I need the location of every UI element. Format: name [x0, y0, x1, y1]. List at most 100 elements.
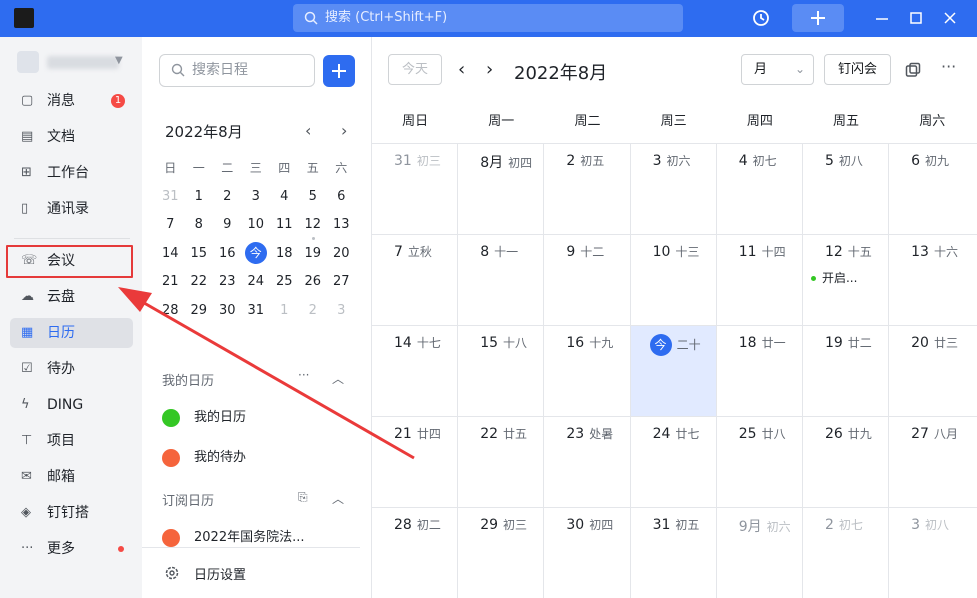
- create-button[interactable]: [792, 4, 844, 32]
- mini-day[interactable]: 18: [270, 240, 299, 269]
- mini-day[interactable]: 22: [185, 268, 214, 297]
- mini-day[interactable]: 6: [327, 183, 356, 212]
- event-item[interactable]: 开启...: [810, 269, 857, 286]
- mini-day[interactable]: 7: [156, 211, 185, 240]
- day-cell[interactable]: 8月 初四: [458, 144, 545, 234]
- calendar-entry-my[interactable]: 我的日历: [162, 408, 246, 428]
- day-cell[interactable]: 27 八月: [889, 417, 975, 507]
- sidebar-item-workbench[interactable]: ⊞ 工作台: [10, 158, 133, 188]
- day-cell[interactable]: 2 初七: [803, 508, 890, 598]
- day-cell[interactable]: 5 初八: [803, 144, 890, 234]
- mini-next-month-icon[interactable]: ›: [341, 121, 347, 140]
- day-cell[interactable]: 16 十九: [544, 326, 631, 416]
- maximize-icon[interactable]: [906, 8, 926, 28]
- day-cell[interactable]: 23 处暑: [544, 417, 631, 507]
- mini-day[interactable]: 3: [242, 183, 271, 212]
- schedule-search-input[interactable]: 搜索日程: [159, 54, 315, 87]
- mini-day[interactable]: 19: [299, 240, 328, 269]
- mini-day[interactable]: 20: [327, 240, 356, 269]
- calendar-entry-todo[interactable]: 我的待办: [162, 448, 246, 468]
- flash-meeting-button[interactable]: 钉闪会: [824, 54, 891, 85]
- mini-prev-month-icon[interactable]: ‹: [305, 121, 311, 140]
- day-cell[interactable]: 14 十七: [372, 326, 459, 416]
- mini-day[interactable]: 16: [213, 240, 242, 269]
- sidebar-item-more[interactable]: ··· 更多: [10, 534, 133, 564]
- day-cell[interactable]: 3 初六: [631, 144, 717, 234]
- mini-day[interactable]: 4: [270, 183, 299, 212]
- mini-day[interactable]: 2: [213, 183, 242, 212]
- day-cell[interactable]: 2 初五: [544, 144, 631, 234]
- sidebar-item-message[interactable]: ▢ 消息 1: [10, 86, 133, 116]
- mini-day[interactable]: 15: [185, 240, 214, 269]
- mini-day[interactable]: 14: [156, 240, 185, 269]
- mini-day[interactable]: 10: [242, 211, 271, 240]
- day-cell[interactable]: 22 廿五: [458, 417, 545, 507]
- sidebar-item-calendar[interactable]: ▦ 日历: [10, 318, 133, 348]
- day-cell[interactable]: 30 初四: [544, 508, 631, 598]
- sidebar-item-dingda[interactable]: ◈ 钉钉搭: [10, 498, 133, 528]
- minimize-icon[interactable]: [872, 8, 892, 28]
- day-cell[interactable]: 11 十四: [717, 235, 803, 325]
- collapse-icon[interactable]: ︿: [332, 490, 344, 507]
- mini-day[interactable]: 5: [299, 183, 328, 212]
- day-cell[interactable]: 12 十五 开启...: [803, 235, 890, 325]
- day-cell[interactable]: 21 廿四: [372, 417, 459, 507]
- sidebar-item-document[interactable]: ▤ 文档: [10, 122, 133, 152]
- sidebar-item-project[interactable]: ⊤ 项目: [10, 426, 133, 456]
- day-cell[interactable]: 3 初八: [889, 508, 975, 598]
- sidebar-item-cloud[interactable]: ☁ 云盘: [10, 282, 133, 312]
- day-cell[interactable]: 28 初二: [372, 508, 459, 598]
- collapse-icon[interactable]: ︿: [332, 370, 344, 387]
- global-search-input[interactable]: 搜索 (Ctrl+Shift+F): [293, 4, 683, 32]
- mini-day[interactable]: 23: [213, 268, 242, 297]
- day-cell[interactable]: 今二十: [630, 326, 717, 416]
- more-icon[interactable]: ···: [298, 368, 309, 382]
- mini-day[interactable]: 25: [270, 268, 299, 297]
- day-cell[interactable]: 9 十二: [544, 235, 631, 325]
- history-icon[interactable]: [751, 8, 771, 28]
- mini-day[interactable]: 31: [156, 183, 185, 212]
- share-icon[interactable]: [905, 62, 921, 78]
- day-cell[interactable]: 4 初七: [717, 144, 803, 234]
- next-month-icon[interactable]: ›: [486, 59, 493, 80]
- day-cell[interactable]: 18 廿一: [717, 326, 803, 416]
- mini-day[interactable]: 21: [156, 268, 185, 297]
- mini-day[interactable]: 26: [299, 268, 328, 297]
- mini-day[interactable]: 27: [327, 268, 356, 297]
- day-cell[interactable]: 8 十一: [458, 235, 545, 325]
- mini-day[interactable]: 11: [270, 211, 299, 240]
- more-icon[interactable]: ···: [941, 57, 956, 76]
- view-select[interactable]: 月 ⌄: [741, 54, 814, 85]
- day-cell[interactable]: 20 廿三: [889, 326, 975, 416]
- today-button[interactable]: 今天: [388, 54, 442, 85]
- mini-day[interactable]: 2: [299, 297, 328, 326]
- day-cell[interactable]: 9月 初六: [717, 508, 803, 598]
- day-cell[interactable]: 7 立秋: [372, 235, 459, 325]
- day-cell[interactable]: 29 初三: [458, 508, 545, 598]
- sidebar-item-ding[interactable]: ϟ DING: [10, 390, 133, 420]
- calendar-entry-holiday[interactable]: 2022年国务院法...: [162, 528, 304, 548]
- mini-day[interactable]: 12: [299, 211, 328, 240]
- new-event-button[interactable]: [323, 55, 355, 87]
- day-cell[interactable]: 10 十三: [631, 235, 717, 325]
- day-cell[interactable]: 25 廿八: [717, 417, 803, 507]
- prev-month-icon[interactable]: ‹: [458, 59, 465, 80]
- sidebar-item-mail[interactable]: ✉ 邮箱: [10, 462, 133, 492]
- mini-day[interactable]: 24: [242, 268, 271, 297]
- mini-day[interactable]: 今: [242, 240, 271, 269]
- mini-day[interactable]: 13: [327, 211, 356, 240]
- mini-day[interactable]: 28: [156, 297, 185, 326]
- mini-day[interactable]: 30: [213, 297, 242, 326]
- mini-day[interactable]: 29: [185, 297, 214, 326]
- day-cell[interactable]: 15 十八: [458, 326, 545, 416]
- day-cell[interactable]: 6 初九: [889, 144, 975, 234]
- close-icon[interactable]: [940, 8, 960, 28]
- day-cell[interactable]: 13 十六: [889, 235, 975, 325]
- sidebar-item-contacts[interactable]: ▯ 通讯录: [10, 194, 133, 224]
- day-cell[interactable]: 19 廿二: [803, 326, 890, 416]
- mini-day[interactable]: 9: [213, 211, 242, 240]
- day-cell[interactable]: 24 廿七: [631, 417, 717, 507]
- sidebar-item-todo[interactable]: ☑ 待办: [10, 354, 133, 384]
- mini-day[interactable]: 1: [270, 297, 299, 326]
- mini-day[interactable]: 31: [242, 297, 271, 326]
